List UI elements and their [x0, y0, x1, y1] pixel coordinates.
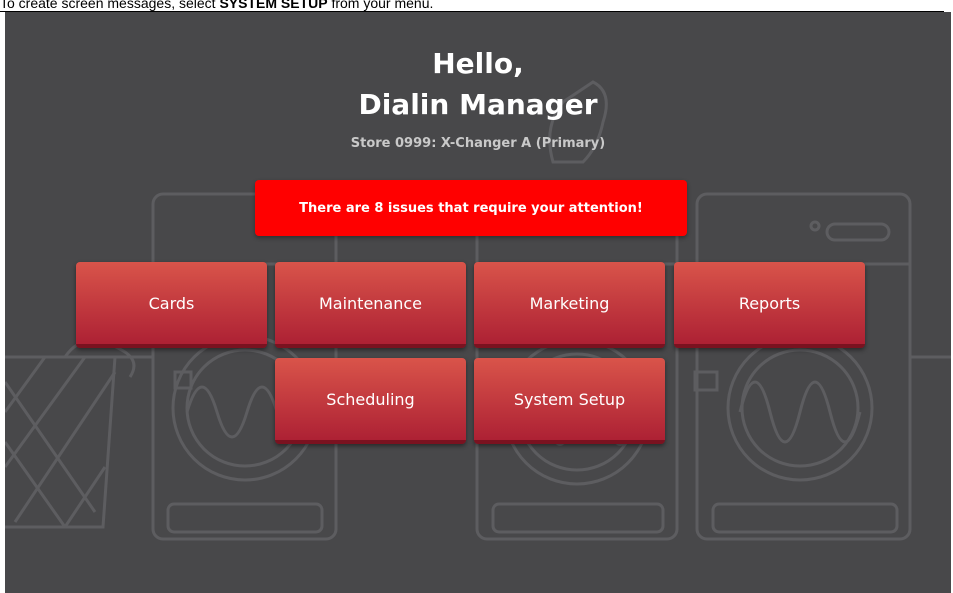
instruction-prefix: To create screen messages, select — [0, 0, 220, 11]
store-label: Store 0999: X-Changer A (Primary) — [350, 136, 606, 151]
maintenance-button[interactable]: Maintenance — [275, 262, 466, 348]
marketing-button[interactable]: Marketing — [474, 262, 665, 348]
instruction-text: To create screen messages, select SYSTEM… — [0, 0, 953, 11]
system-setup-button[interactable]: System Setup — [474, 358, 665, 444]
greeting-name: Dialin Manager — [358, 88, 598, 121]
kiosk-screen: Hello, Dialin Manager Store 0999: X-Chan… — [5, 12, 951, 593]
greeting-hello: Hello, — [432, 47, 524, 80]
scheduling-button[interactable]: Scheduling — [275, 358, 466, 444]
cards-button[interactable]: Cards — [76, 262, 267, 348]
instruction-suffix: from your menu. — [327, 0, 434, 11]
reports-button[interactable]: Reports — [674, 262, 865, 348]
issues-alert-banner[interactable]: There are 8 issues that require your att… — [255, 180, 687, 236]
instruction-emphasis: SYSTEM SETUP — [219, 0, 328, 11]
